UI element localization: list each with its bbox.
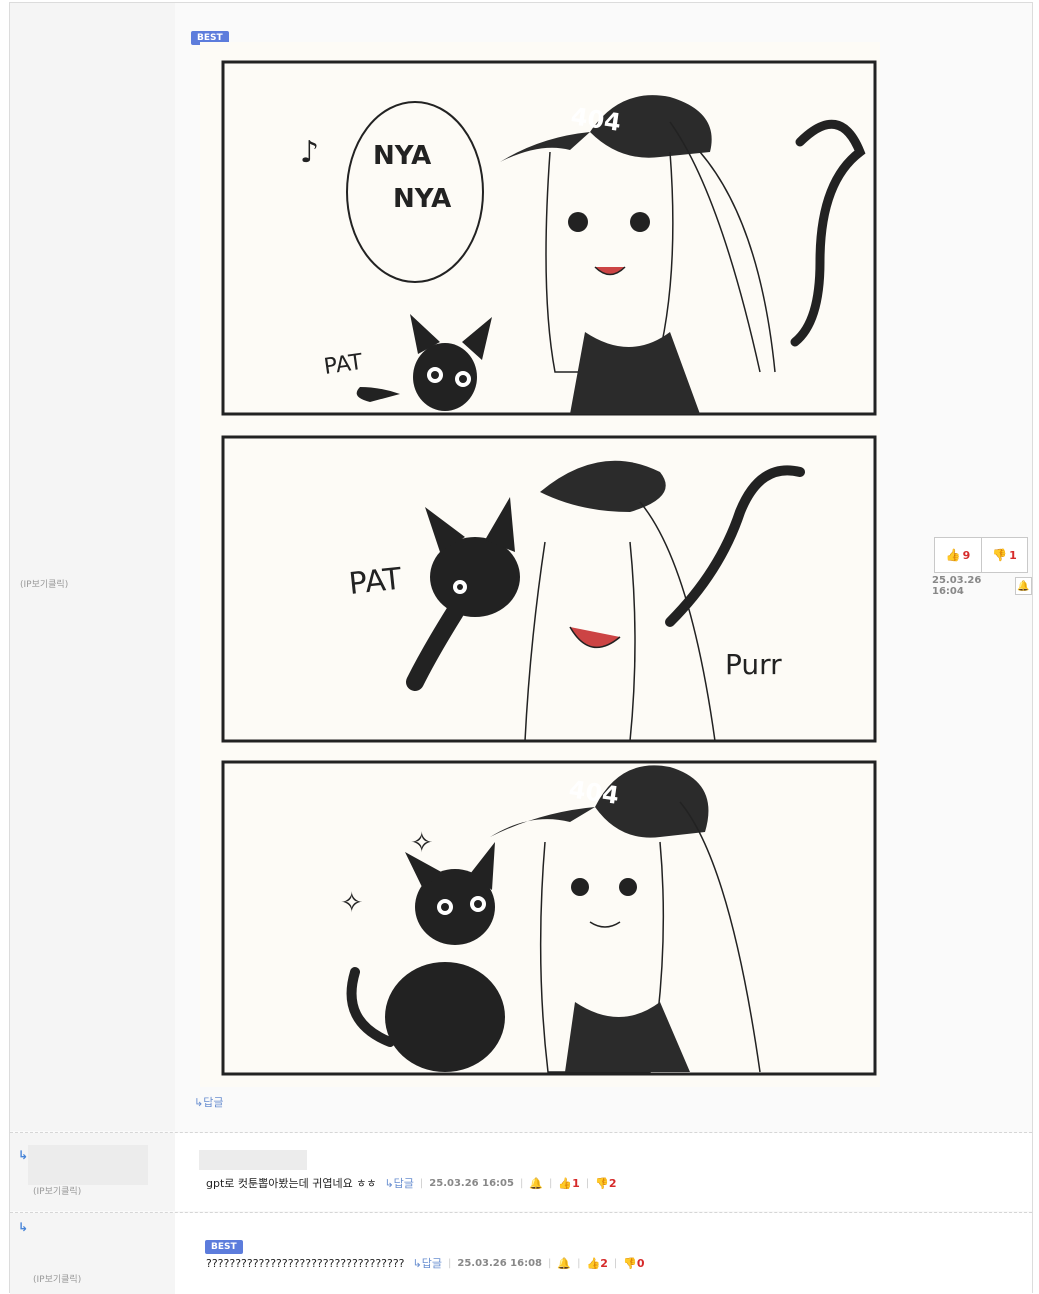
comic-panel-1: NYA NYA PAT 404 ♪: [221, 60, 877, 416]
svg-text:PAT: PAT: [347, 562, 404, 602]
comment-text: ??????????????????????????????????: [206, 1256, 405, 1270]
timestamp: 25.03.26 16:08: [457, 1257, 543, 1269]
comment-meta-blurred: [199, 1150, 307, 1170]
comment-text: gpt로 컷툰뽑아봤는데 귀엽네요 ㅎㅎ: [206, 1177, 377, 1190]
reply-arrow-icon: ↳: [18, 1148, 29, 1162]
thumbs-down-icon: 👎: [992, 548, 1008, 562]
author-name-blurred: [28, 1145, 148, 1185]
reply-arrow-icon: ↳: [18, 1220, 29, 1234]
bell-icon[interactable]: 🔔: [1014, 577, 1032, 595]
upvote-count: 1: [572, 1176, 580, 1190]
vote-box: 👍 9 👎 1: [934, 537, 1028, 573]
author-column: ↳ (IP보기클릭): [10, 1213, 175, 1294]
upvote-count: 2: [600, 1256, 608, 1270]
bell-icon[interactable]: 🔔: [529, 1177, 543, 1190]
thumbs-up-icon[interactable]: 👍: [586, 1257, 600, 1270]
author-column: (IP보기클릭): [10, 3, 175, 1131]
thumbs-up-icon[interactable]: 👍: [558, 1177, 572, 1190]
comic-panel-2: PAT Purr: [221, 435, 877, 743]
thumbs-down-icon[interactable]: 👎: [595, 1177, 609, 1190]
thumbs-up-icon: 👍: [945, 548, 961, 562]
svg-text:♪: ♪: [300, 135, 319, 170]
svg-text:✧: ✧: [410, 826, 433, 859]
best-badge: BEST: [205, 1240, 243, 1254]
author-column: ↳ (IP보기클릭): [10, 1133, 175, 1211]
comment-2: ↳ (IP보기클릭) gpt로 컷툰뽑아봤는데 귀엽네요 ㅎㅎ ↳답글 | 25…: [10, 1133, 1032, 1211]
comic-image[interactable]: NYA NYA PAT 404 ♪ PAT Purr 404 ✧ ✧: [200, 42, 880, 1087]
svg-text:NYA: NYA: [393, 184, 451, 214]
svg-text:NYA: NYA: [373, 141, 431, 171]
reply-link[interactable]: ↳답글: [384, 1175, 413, 1191]
comment-line: gpt로 컷툰뽑아봤는데 귀엽네요 ㅎㅎ ↳답글 | 25.03.26 16:0…: [206, 1175, 617, 1191]
comment-best-1: (IP보기클릭) BEST NYA NYA PAT 404 ♪ PAT Purr…: [10, 3, 1032, 1131]
svg-text:Purr: Purr: [725, 648, 782, 681]
comic-panel-3: 404 ✧ ✧: [221, 760, 877, 1076]
comment-list: (IP보기클릭) BEST NYA NYA PAT 404 ♪ PAT Purr…: [9, 2, 1033, 1294]
ip-view-link[interactable]: (IP보기클릭): [33, 1272, 81, 1285]
thumbs-down-icon[interactable]: 👎: [623, 1257, 637, 1270]
reply-link[interactable]: ↳답글: [194, 1094, 223, 1110]
comic-illustration: NYA NYA PAT 404 ♪ PAT Purr 404 ✧ ✧: [200, 42, 880, 1087]
downvote-count: 0: [636, 1256, 645, 1270]
ip-view-link[interactable]: (IP보기클릭): [33, 1184, 81, 1197]
upvote-button[interactable]: 👍 9: [935, 538, 981, 572]
reply-link[interactable]: ↳답글: [413, 1255, 442, 1271]
downvote-count: 2: [608, 1176, 617, 1190]
bell-icon[interactable]: 🔔: [557, 1257, 571, 1270]
comment-3: ↳ (IP보기클릭) BEST ????????????????????????…: [10, 1213, 1032, 1294]
timestamp: 25.03.26 16:04: [932, 575, 982, 597]
svg-text:✧: ✧: [340, 886, 363, 919]
timestamp: 25.03.26 16:05: [429, 1177, 514, 1189]
downvote-button[interactable]: 👎 1: [981, 538, 1027, 572]
comment-line: ?????????????????????????????????? ↳답글 |…: [206, 1255, 645, 1271]
ip-view-link[interactable]: (IP보기클릭): [20, 577, 68, 590]
